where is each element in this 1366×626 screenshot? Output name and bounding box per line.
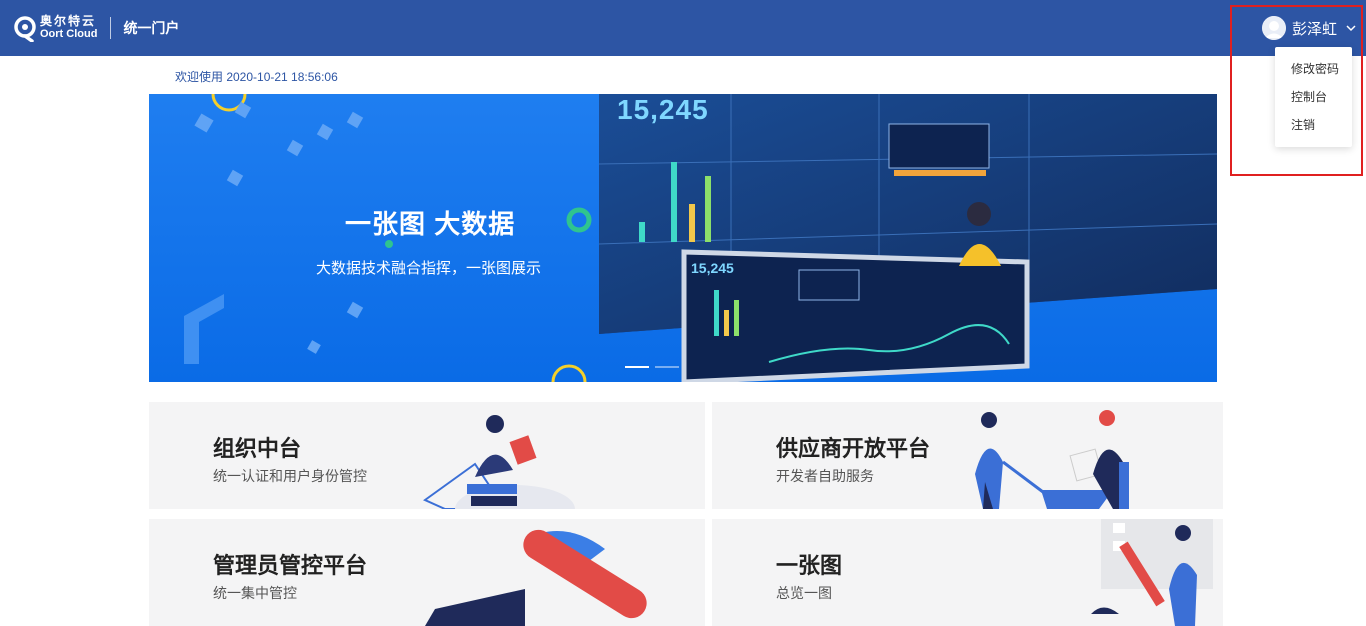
logo-en-text: Oort Cloud (40, 28, 98, 40)
card-desc: 统一集中管控 (213, 585, 297, 601)
top-header: 奥尔特云 Oort Cloud 统一门户 彭泽虹 (0, 0, 1366, 56)
banner-decoration (184, 94, 1217, 382)
welcome-text: 欢迎使用 2020-10-21 18:56:06 (175, 70, 338, 84)
brand-logo[interactable]: 奥尔特云 Oort Cloud 统一门户 (14, 14, 179, 42)
card-title: 组织中台 (213, 436, 302, 461)
card-desc: 统一认证和用户身份管控 (213, 468, 367, 484)
menu-item-console[interactable]: 控制台 (1275, 83, 1352, 111)
user-dropdown-menu: 修改密码 控制台 注销 (1275, 47, 1352, 147)
card-supplier-platform[interactable]: 供应商开放平台 开发者自助服务 (712, 402, 1223, 509)
card-desc: 总览一图 (776, 585, 832, 601)
carousel-dot-1[interactable] (625, 366, 649, 368)
pencil-person-illustration-icon (1091, 519, 1213, 626)
portal-title: 统一门户 (123, 20, 180, 36)
carousel-indicators (625, 366, 679, 368)
oort-cloud-logo-icon (14, 16, 36, 42)
logo-cn-text: 奥尔特云 (40, 14, 97, 28)
card-one-map[interactable]: 一张图 总览一图 (712, 519, 1223, 626)
reading-person-illustration-icon (423, 415, 575, 509)
menu-item-logout[interactable]: 注销 (1275, 111, 1352, 139)
card-title: 管理员管控平台 (213, 553, 368, 578)
banner-screen-number-small: 15,245 (691, 260, 734, 276)
card-title: 一张图 (776, 553, 843, 578)
abstract-shapes-illustration-icon (425, 529, 647, 626)
banner-screen-number: 15,245 (617, 94, 709, 125)
team-cart-illustration-icon (975, 410, 1129, 509)
banner-title: 一张图 大数据 (345, 209, 516, 239)
menu-item-change-password[interactable]: 修改密码 (1275, 55, 1352, 83)
banner-carousel[interactable]: 15,245 15,245 一张图 大数据 大数据技术融合指挥，一张图展示 (149, 94, 1217, 382)
card-admin-platform[interactable]: 管理员管控平台 统一集中管控 (149, 519, 705, 626)
banner-subtitle: 大数据技术融合指挥，一张图展示 (316, 260, 542, 277)
carousel-dot-2[interactable] (655, 366, 679, 368)
card-org-platform[interactable]: 组织中台 统一认证和用户身份管控 (149, 402, 705, 509)
logo-divider (110, 17, 112, 39)
card-title: 供应商开放平台 (776, 436, 931, 461)
card-desc: 开发者自助服务 (776, 468, 874, 484)
